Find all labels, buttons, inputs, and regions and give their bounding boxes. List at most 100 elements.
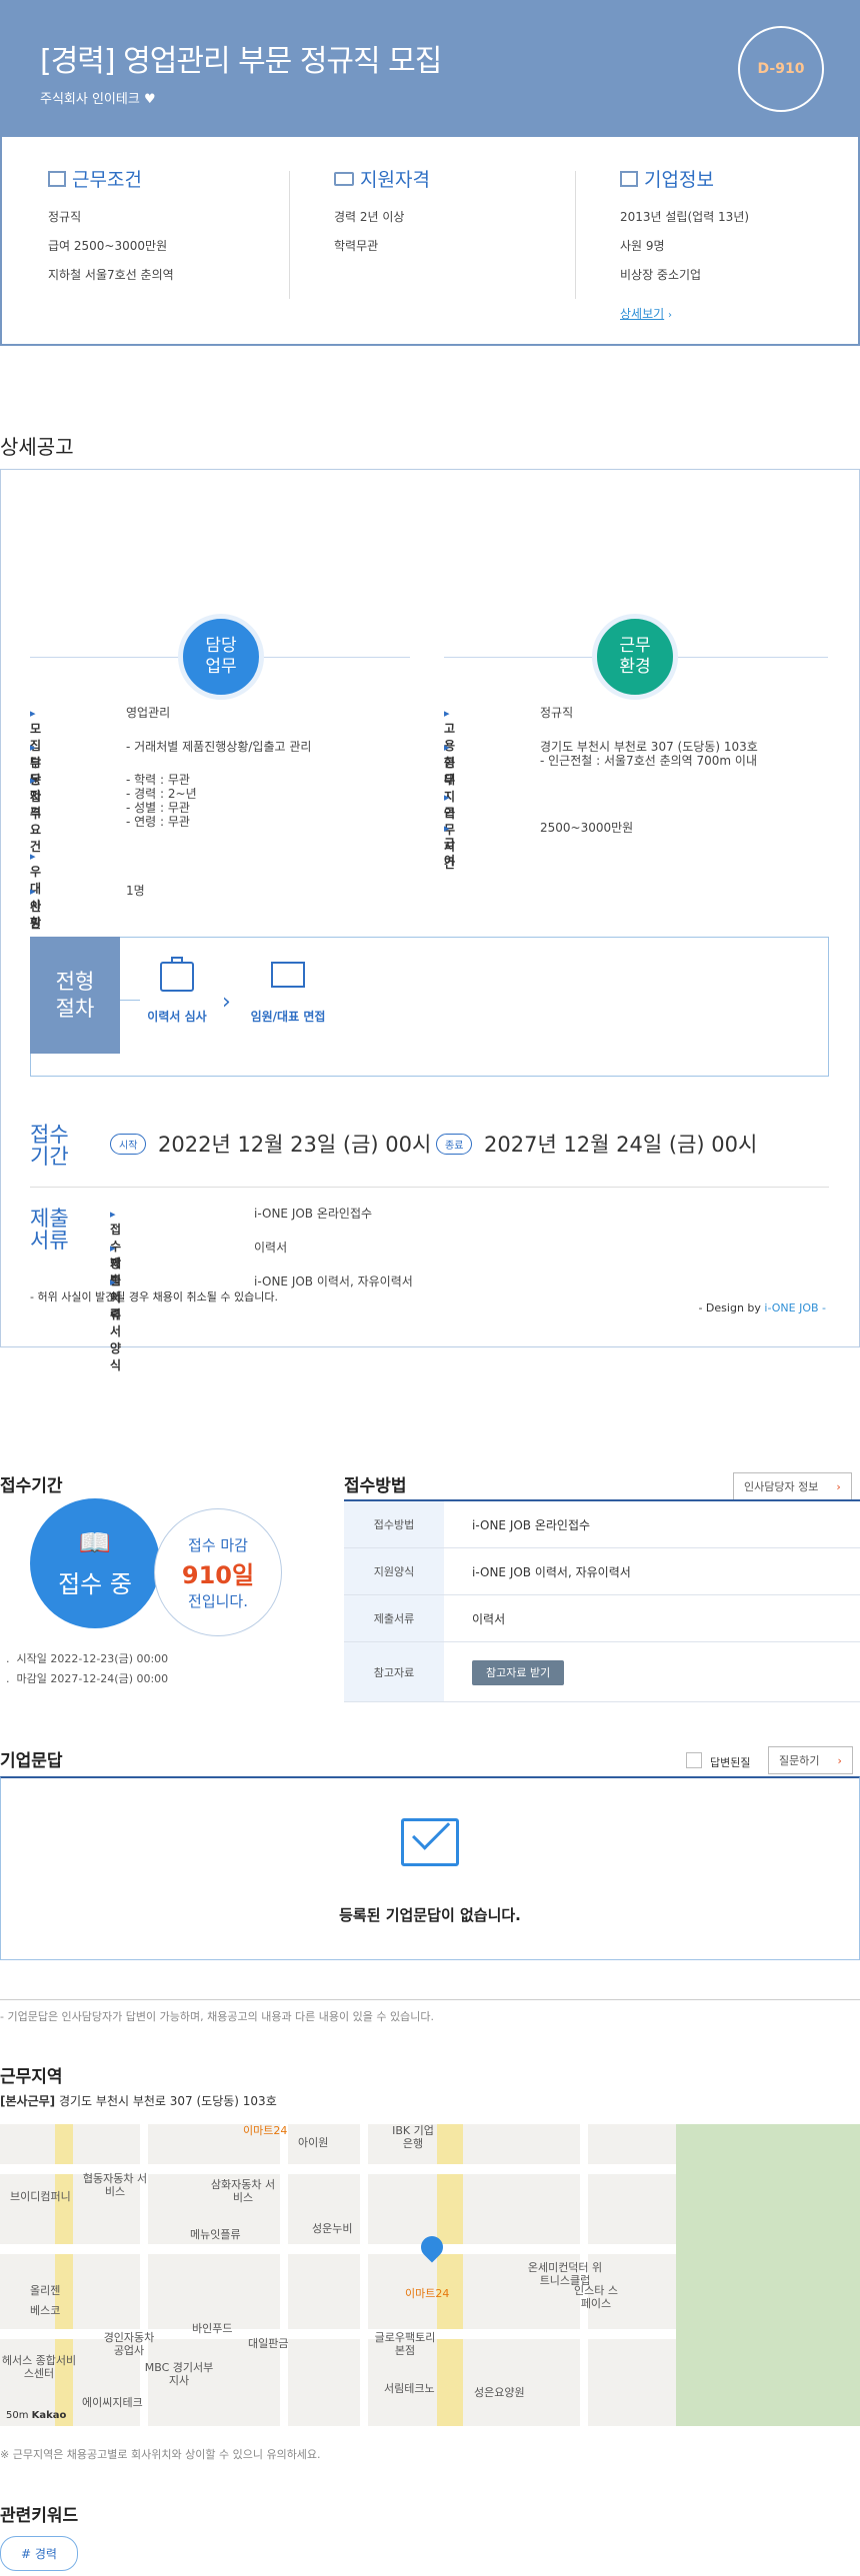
row-label: 급여 xyxy=(444,821,456,869)
process-step: 이력서 심사 xyxy=(140,957,214,1025)
map-label: 바인푸드 xyxy=(192,2322,233,2335)
row-value: - 학력 : 무관 - 경력 : 2~년 - 성별 : 무관 - 연령 : 무관 xyxy=(126,773,197,829)
keywords-title: 관련키워드 xyxy=(0,2506,79,2526)
start-text: 시작일 2022-12-23(금) 00:00 xyxy=(16,1652,169,1665)
map-label: 아이원 xyxy=(298,2136,329,2149)
company-name-text: 주식회사 인이테크 xyxy=(40,92,140,107)
chevron-right-icon: › xyxy=(836,1480,841,1493)
download-reference-button[interactable]: 참고자료 받기 xyxy=(472,1659,565,1685)
apply-status-circle: 📖 접수 중 xyxy=(30,1498,160,1628)
location-address-line: [본사근무] 경기도 부천시 부천로 307 (도당동) 103호 xyxy=(0,2092,277,2109)
map-label: MBC 경기서부지사 xyxy=(144,2361,214,2387)
end-line: . 마감일 2027-12-24(금) 00:00 xyxy=(6,1672,169,1685)
company-info: 기업정보 2013년 설립(업력 13년) 사원 9명 비상장 중소기업 상세보… xyxy=(620,165,860,334)
divider xyxy=(0,1999,860,2000)
arrow-right-icon: › xyxy=(222,990,231,1015)
hr-info-label: 인사담당자 정보 xyxy=(744,1480,819,1493)
row-label: 인원 xyxy=(30,884,42,932)
method-value: 이력서 xyxy=(472,1611,506,1626)
start-date: 2022년 12월 23일 (금) 00시 xyxy=(158,1133,432,1157)
company-item: 2013년 설립(업력 13년) xyxy=(620,210,750,224)
map-scale: 50m Kakao xyxy=(6,2410,66,2421)
design-brand: i-ONE JOB - xyxy=(764,1301,826,1314)
env-section-badge: 근무 환경 xyxy=(592,614,678,700)
answered-label: 답변된질 xyxy=(710,1756,751,1769)
method-key: 참고자료 xyxy=(344,1642,444,1701)
qualifications: 지원자격 경력 2년 이상 학력무관 xyxy=(334,165,594,266)
qual-item: 학력무관 xyxy=(334,239,379,253)
docs-label: 제출 서류 xyxy=(30,1207,69,1253)
chevron-right-icon: › xyxy=(668,310,672,321)
company-item: 비상장 중소기업 xyxy=(620,268,702,282)
presentation-icon xyxy=(271,962,305,988)
process-step-label: 임원/대표 면접 xyxy=(250,1010,326,1024)
process-step-label: 이력서 심사 xyxy=(147,1010,207,1024)
location-title: 근무지역 xyxy=(0,2067,63,2087)
method-key: 지원양식 xyxy=(344,1548,444,1594)
qa-title: 기업문답 xyxy=(0,1751,63,1771)
chevron-right-icon: › xyxy=(837,1754,842,1767)
job-title: [경력] 영업관리 부문 정규직 모집 xyxy=(40,44,442,79)
apply-status: 접수 중 xyxy=(58,1569,132,1598)
map-scale-text: 50m xyxy=(6,2410,29,2421)
row-value: 정규직 xyxy=(540,706,574,720)
location-note: ※ 근무지역은 채용공고별로 회사위치와 상이할 수 있으니 유의하세요. xyxy=(0,2448,321,2461)
work-item: 지하철 서울7호선 춘의역 xyxy=(48,268,174,282)
method-value: i-ONE JOB 온라인접수 xyxy=(472,1517,591,1532)
answered-checkbox[interactable] xyxy=(686,1752,702,1768)
method-table: 접수방법 i-ONE JOB 온라인접수 지원양식 i-ONE JOB 이력서, 자… xyxy=(344,1499,860,1702)
envelope-icon xyxy=(401,1811,459,1866)
qa-empty-text: 등록된 기업문답이 없습니다. xyxy=(339,1906,521,1924)
map-label: 브이디컴퍼니 xyxy=(10,2190,71,2203)
qa-note: - 기업문답은 인사담당자가 답변이 가능하며, 채용공고의 내용과 다른 내용… xyxy=(0,2010,434,2023)
summary-panel: 근무조건 정규직 급여 2500~3000만원 지하철 서울7호선 춘의역 지원… xyxy=(0,137,860,346)
hr-info-button[interactable]: 인사담당자 정보 › xyxy=(733,1472,852,1500)
deadline-circle: 접수 마감 910일 전입니다. xyxy=(154,1508,282,1636)
map-label: 글로우팩토리 본점 xyxy=(374,2331,436,2357)
map-label: 성운누비 xyxy=(312,2222,353,2235)
branch-tag: [본사근무] xyxy=(0,2094,56,2108)
map-label: IBK 기업은행 xyxy=(392,2124,434,2150)
row-value: 영업관리 xyxy=(126,706,171,720)
book-icon: 📖 xyxy=(78,1527,112,1558)
method-value: i-ONE JOB 이력서, 자유이력서 xyxy=(472,1564,631,1579)
divider xyxy=(289,171,290,299)
company-more-link[interactable]: 상세보기 xyxy=(620,307,664,321)
keyword-tag[interactable]: # 경력 xyxy=(0,2536,78,2571)
ask-question-button[interactable]: 질문하기 › xyxy=(768,1746,853,1774)
company-name[interactable]: 주식회사 인이테크 ♥ xyxy=(40,88,156,107)
deadline-label: 접수 마감 xyxy=(188,1535,248,1554)
row-value: i-ONE JOB 온라인접수 xyxy=(254,1207,373,1221)
apply-period-title: 접수기간 xyxy=(0,1476,63,1496)
map-label: 인스타 스페이스 xyxy=(574,2284,618,2310)
qa-empty-box: 등록된 기업문답이 없습니다. xyxy=(0,1776,860,1960)
period-label: 접수 기간 xyxy=(30,1123,69,1169)
end-badge: 종료 xyxy=(436,1134,473,1155)
design-prefix: - Design by xyxy=(698,1301,765,1314)
method-row: 참고자료 참고자료 받기 xyxy=(344,1642,860,1702)
dday-badge: D-910 xyxy=(738,26,824,112)
start-badge: 시작 xyxy=(110,1134,147,1155)
ask-label: 질문하기 xyxy=(779,1754,820,1767)
work-title: 근무조건 xyxy=(72,169,142,191)
deadline-suffix: 전입니다. xyxy=(188,1591,248,1610)
map-label: 협동자동차 서비스 xyxy=(82,2172,148,2198)
apply-method-title: 접수방법 xyxy=(344,1476,407,1496)
map-label: 이마트24 xyxy=(243,2124,288,2137)
qual-title: 지원자격 xyxy=(360,169,430,191)
divider xyxy=(30,1187,829,1188)
row-value: - 거래처별 제품진행상황/입출고 관리 xyxy=(126,740,312,754)
map-label: 성은요양원 xyxy=(474,2386,525,2399)
building-icon xyxy=(48,170,66,187)
process-step: 임원/대표 면접 xyxy=(246,962,330,1025)
heart-icon[interactable]: ♥ xyxy=(144,92,156,107)
map-label: 경인자동차 공업사 xyxy=(103,2331,155,2357)
design-credit: - Design by i-ONE JOB - xyxy=(698,1301,826,1314)
location-map[interactable]: 이마트24 아이원 IBK 기업은행 협동자동차 서비스 삼화자동차 서비스 브… xyxy=(0,2124,860,2426)
work-item: 급여 2500~3000만원 xyxy=(48,239,168,253)
work-item: 정규직 xyxy=(48,210,82,224)
days-left: 910일 xyxy=(181,1560,255,1589)
work-conditions: 근무조건 정규직 급여 2500~3000만원 지하철 서울7호선 춘의역 xyxy=(48,165,308,295)
id-card-icon xyxy=(334,171,354,186)
method-key: 제출서류 xyxy=(344,1595,444,1641)
